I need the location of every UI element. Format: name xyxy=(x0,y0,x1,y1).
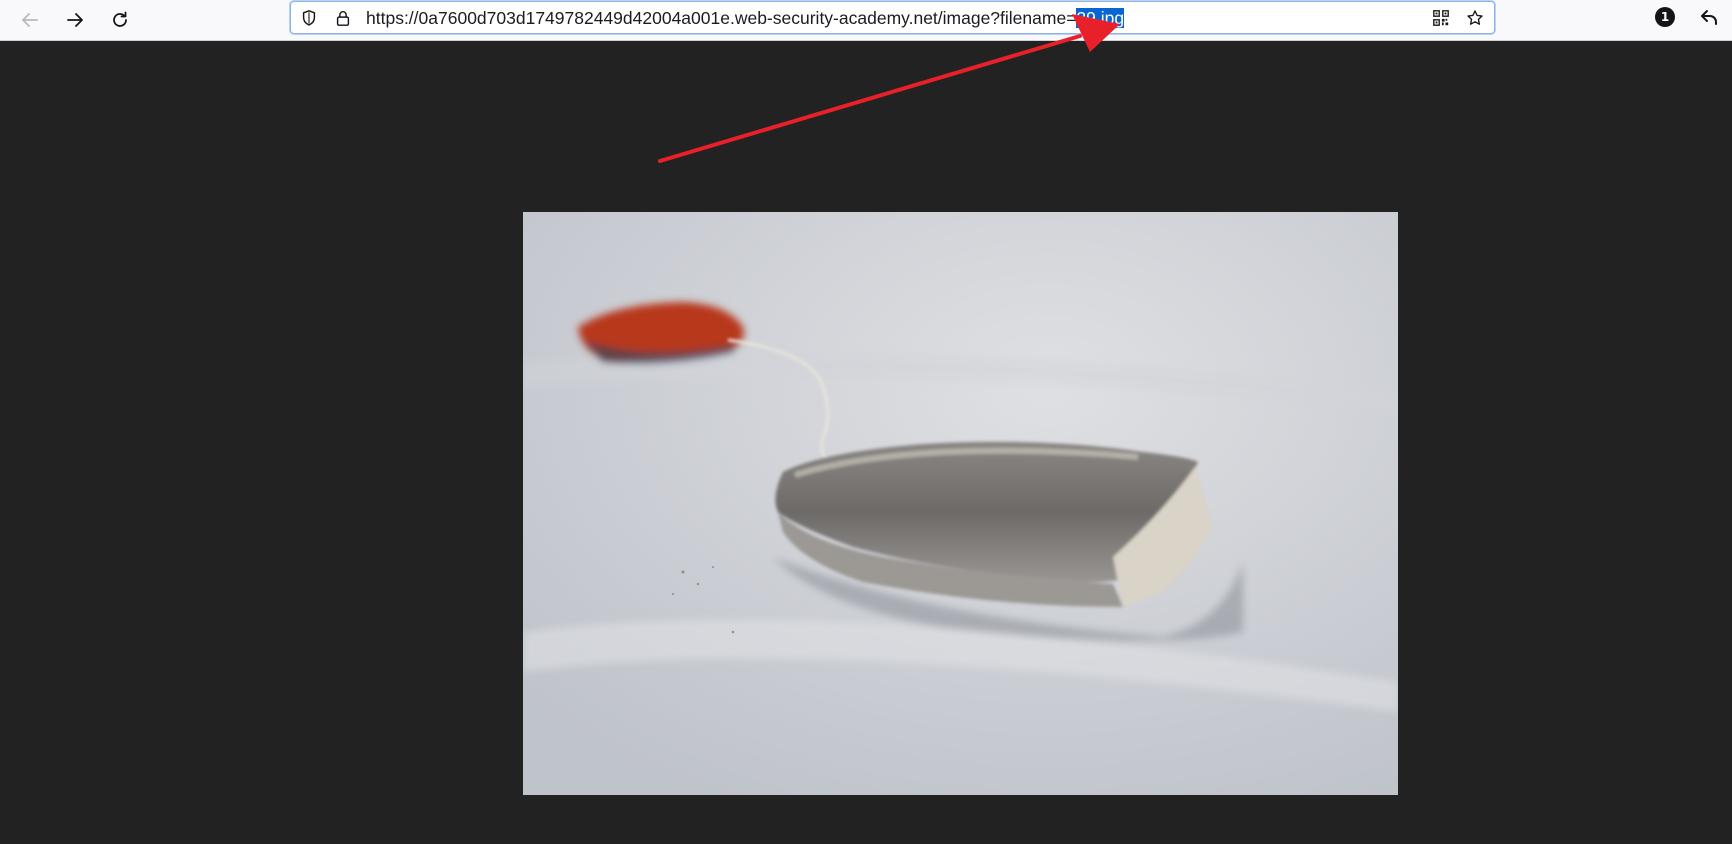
reload-icon xyxy=(113,11,127,27)
shield-icon[interactable] xyxy=(299,8,319,28)
star-icon[interactable] xyxy=(1465,8,1485,28)
extension-button[interactable]: 1 xyxy=(1653,5,1677,29)
lock-icon[interactable] xyxy=(333,8,353,28)
tea-bag-image[interactable] xyxy=(523,212,1398,795)
url-text[interactable]: https://0a7600d703d1749782449d42004a001e… xyxy=(366,8,1125,28)
url-selected-filename: 29.jpg xyxy=(1076,8,1125,28)
address-bar[interactable]: https://0a7600d703d1749782449d42004a001e… xyxy=(290,1,1495,34)
forward-button[interactable] xyxy=(58,3,92,37)
url-prefix: https://0a7600d703d1749782449d42004a001e… xyxy=(366,8,1077,28)
qr-code-icon[interactable] xyxy=(1431,8,1451,28)
browser-toolbar: https://0a7600d703d1749782449d42004a001e… xyxy=(0,0,1732,41)
back-button[interactable] xyxy=(13,3,47,37)
arrow-left-icon xyxy=(22,13,38,27)
undo-arrow-icon xyxy=(1701,10,1717,25)
extension-badge: 1 xyxy=(1655,7,1675,27)
arrow-right-icon xyxy=(67,13,83,27)
reload-button[interactable] xyxy=(103,3,137,37)
undo-button[interactable] xyxy=(1697,5,1721,29)
